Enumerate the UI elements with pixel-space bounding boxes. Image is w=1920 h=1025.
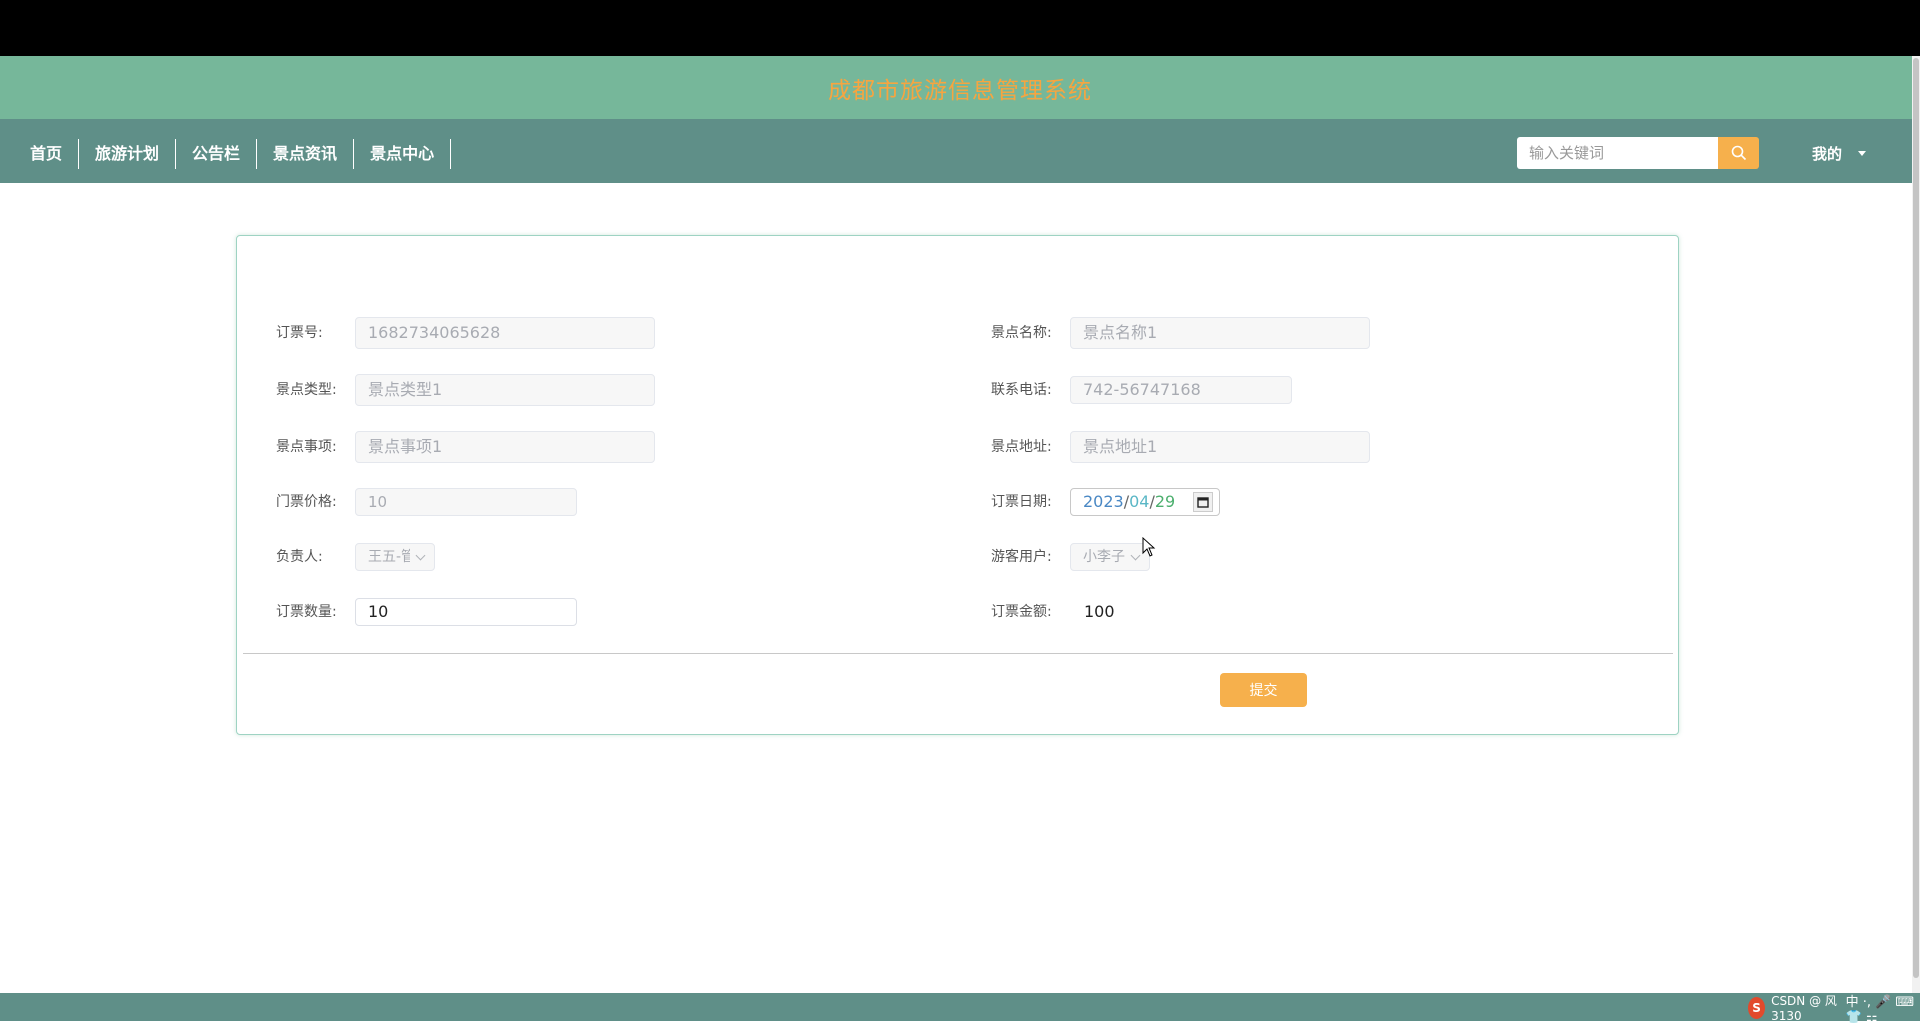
calendar-glyph xyxy=(1197,497,1209,508)
tray-watermark: CSDN @ 风3130 xyxy=(1771,994,1837,1023)
order-date-picker[interactable]: 2023 / 04 / 29 xyxy=(1070,488,1220,516)
user-menu[interactable]: 我的 xyxy=(1812,143,1867,164)
search-button[interactable] xyxy=(1718,137,1759,169)
search-icon xyxy=(1731,145,1746,161)
scrollbar-thumb[interactable] xyxy=(1913,58,1919,978)
ime-logo-icon[interactable]: S xyxy=(1748,996,1766,1019)
spot-matter-label: 景点事项: xyxy=(276,439,337,455)
order-no-field[interactable]: 1682734065628 xyxy=(355,317,655,349)
nav-item-spot-news[interactable]: 景点资讯 xyxy=(257,139,355,169)
calendar-icon[interactable] xyxy=(1193,492,1213,512)
order-date-label: 订票日期: xyxy=(991,494,1052,510)
visitor-select[interactable]: 小李子 xyxy=(1070,543,1150,571)
manager-label: 负责人: xyxy=(276,549,323,565)
nav-item-spot-center[interactable]: 景点中心 xyxy=(354,139,452,169)
phone-field[interactable]: 742-56747168 xyxy=(1070,376,1292,404)
order-form-card: 订票号: 1682734065628 景点名称: 景点名称1 景点类型: 景点类… xyxy=(236,235,1679,735)
order-no-label: 订票号: xyxy=(276,325,323,341)
form-row: 景点类型: 景点类型1 联系电话: 742-56747168 xyxy=(237,374,1678,406)
form-row: 景点事项: 景点事项1 景点地址: 景点地址1 xyxy=(237,431,1678,463)
form-row: 负责人: 王五-管 游客用户: 小李子 xyxy=(237,541,1678,573)
amount-value: 100 xyxy=(1084,602,1115,621)
visitor-select-value: 小李子 xyxy=(1083,549,1125,565)
chevron-down-icon xyxy=(415,550,426,560)
tray-icons[interactable]: 中 ·, 🎤 ⌨ 👕 ⚏ xyxy=(1846,991,1920,1025)
quantity-input[interactable]: 10 xyxy=(355,598,577,626)
nav-item-travel-plan[interactable]: 旅游计划 xyxy=(79,139,177,169)
caret-down-icon xyxy=(1858,151,1867,156)
phone-label: 联系电话: xyxy=(991,382,1052,398)
system-tray: S CSDN @ 风3130 中 ·, 🎤 ⌨ 👕 ⚏ xyxy=(1748,994,1920,1025)
spot-type-field[interactable]: 景点类型1 xyxy=(355,374,655,406)
form-row: 门票价格: 10 订票日期: 2023 / 04 / 29 xyxy=(237,486,1678,518)
user-menu-label: 我的 xyxy=(1812,145,1843,163)
order-date-year[interactable]: 2023 xyxy=(1083,487,1124,517)
spot-matter-field[interactable]: 景点事项1 xyxy=(355,431,655,463)
site-header: 成都市旅游信息管理系统 xyxy=(0,56,1920,119)
submit-button[interactable]: 提交 xyxy=(1220,673,1307,707)
spot-address-label: 景点地址: xyxy=(991,439,1052,455)
nav-menu: 首页 旅游计划 公告栏 景点资讯 景点中心 xyxy=(14,139,452,169)
visitor-label: 游客用户: xyxy=(991,549,1052,565)
search-box xyxy=(1517,137,1759,169)
spot-name-label: 景点名称: xyxy=(991,325,1052,341)
nav-item-home[interactable]: 首页 xyxy=(14,139,80,169)
form-divider xyxy=(243,653,1673,654)
spot-type-label: 景点类型: xyxy=(276,382,337,398)
order-date-day[interactable]: 29 xyxy=(1155,487,1175,517)
ticket-price-field[interactable]: 10 xyxy=(355,488,577,516)
amount-label: 订票金额: xyxy=(991,604,1052,620)
search-input[interactable] xyxy=(1517,137,1718,169)
ticket-price-label: 门票价格: xyxy=(276,494,337,510)
browser-top-bar xyxy=(0,0,1920,56)
spot-name-field[interactable]: 景点名称1 xyxy=(1070,317,1370,349)
manager-select[interactable]: 王五-管 xyxy=(355,543,435,571)
form-row: 订票号: 1682734065628 景点名称: 景点名称1 xyxy=(237,317,1678,349)
order-date-month[interactable]: 04 xyxy=(1129,487,1149,517)
spot-address-field[interactable]: 景点地址1 xyxy=(1070,431,1370,463)
nav-item-notice-board[interactable]: 公告栏 xyxy=(176,139,258,169)
site-footer xyxy=(0,993,1920,1021)
quantity-label: 订票数量: xyxy=(276,604,337,620)
site-title: 成都市旅游信息管理系统 xyxy=(828,77,1092,104)
form-row: 订票数量: 10 订票金额: 100 xyxy=(237,596,1678,628)
mouse-cursor-icon xyxy=(1142,537,1156,557)
manager-select-value: 王五-管 xyxy=(368,549,410,565)
chevron-down-icon xyxy=(1130,550,1141,560)
